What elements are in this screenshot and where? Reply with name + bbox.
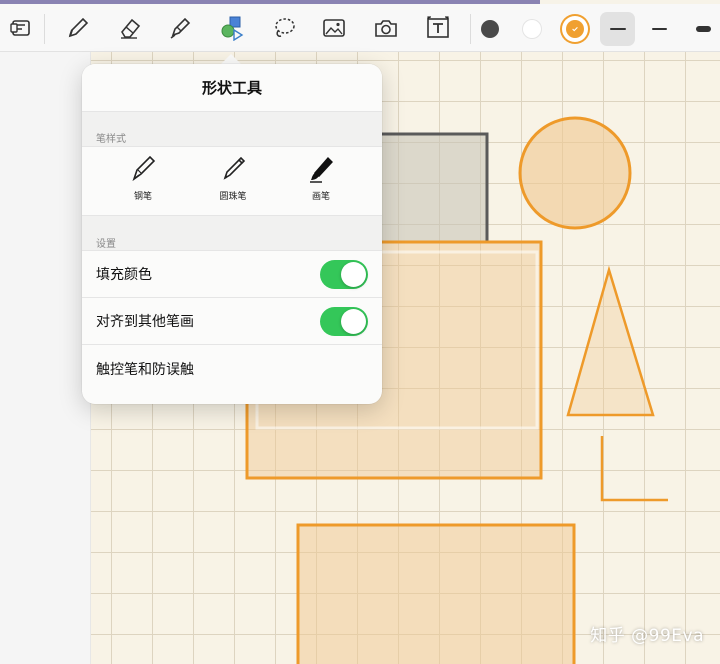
settings-section-header — [82, 216, 382, 250]
orange-corner-line-shape[interactable] — [600, 436, 668, 502]
setting-stylus-palm-rejection[interactable]: 触控笔和防误触 — [82, 345, 382, 392]
check-icon — [566, 20, 584, 38]
setting-fill-color[interactable]: 填充颜色 — [82, 251, 382, 298]
highlighter-icon[interactable] — [164, 12, 196, 44]
pen-style-label: 笔样式 — [96, 134, 126, 145]
orange-bottom-rectangle-shape[interactable] — [296, 523, 576, 664]
pen-option-fountain[interactable]: 钢笔 — [108, 153, 178, 213]
pen-label: 钢笔 — [133, 192, 152, 202]
toolbar — [0, 4, 720, 52]
pen-style-row: 钢笔 圆珠笔 画笔 — [82, 146, 382, 216]
settings-list: 填充颜色 对齐到其他笔画 触控笔和防误触 — [82, 250, 382, 392]
toolbar-divider — [470, 14, 471, 44]
toolbar-divider — [44, 14, 45, 44]
settings-label: 设置 — [96, 239, 116, 250]
document-icon[interactable] — [6, 12, 38, 44]
brush-pen-icon — [310, 156, 333, 183]
shape-tool-popover: 形状工具 笔样式 钢笔 圆珠笔 画笔 设置 填充颜色 对齐到其他笔画 触控笔和防… — [82, 64, 382, 404]
lasso-icon[interactable] — [268, 12, 300, 44]
snap-to-strokes-toggle[interactable] — [320, 307, 368, 336]
toggle-knob — [341, 262, 366, 287]
pen-icon[interactable] — [62, 12, 94, 44]
text-icon[interactable] — [422, 12, 454, 44]
image-icon[interactable] — [318, 12, 350, 44]
ballpoint-pen-icon — [223, 156, 246, 180]
pen-label: 圆珠笔 — [219, 192, 247, 202]
stroke-width-thin[interactable] — [600, 12, 635, 46]
page-thumbnail-sidebar[interactable] — [0, 52, 91, 664]
pen-style-section-header — [82, 112, 382, 146]
pen-option-ballpoint[interactable]: 圆珠笔 — [198, 153, 268, 213]
toggle-knob — [341, 309, 366, 334]
color-white[interactable] — [523, 20, 541, 38]
setting-label: 触控笔和防误触 — [96, 361, 194, 378]
shapes-icon[interactable] — [216, 12, 248, 44]
stroke-width-medium[interactable] — [644, 12, 674, 46]
orange-triangle-shape[interactable] — [566, 265, 655, 417]
fill-color-toggle[interactable] — [320, 260, 368, 289]
pen-option-brush[interactable]: 画笔 — [286, 153, 356, 213]
orange-circle-shape[interactable] — [518, 116, 632, 230]
eraser-icon[interactable] — [114, 12, 146, 44]
setting-label: 对齐到其他笔画 — [96, 314, 194, 330]
pen-label: 画笔 — [311, 192, 330, 202]
stroke-width-thick[interactable] — [688, 12, 718, 46]
popover-title: 形状工具 — [82, 64, 382, 112]
watermark: 知乎 @99Eva — [590, 626, 704, 646]
camera-icon[interactable] — [370, 12, 402, 44]
setting-snap-to-strokes[interactable]: 对齐到其他笔画 — [82, 298, 382, 345]
color-dark-gray[interactable] — [481, 20, 499, 38]
fountain-pen-icon — [132, 155, 156, 182]
color-orange-selected[interactable] — [562, 16, 588, 42]
setting-label: 填充颜色 — [96, 267, 152, 283]
